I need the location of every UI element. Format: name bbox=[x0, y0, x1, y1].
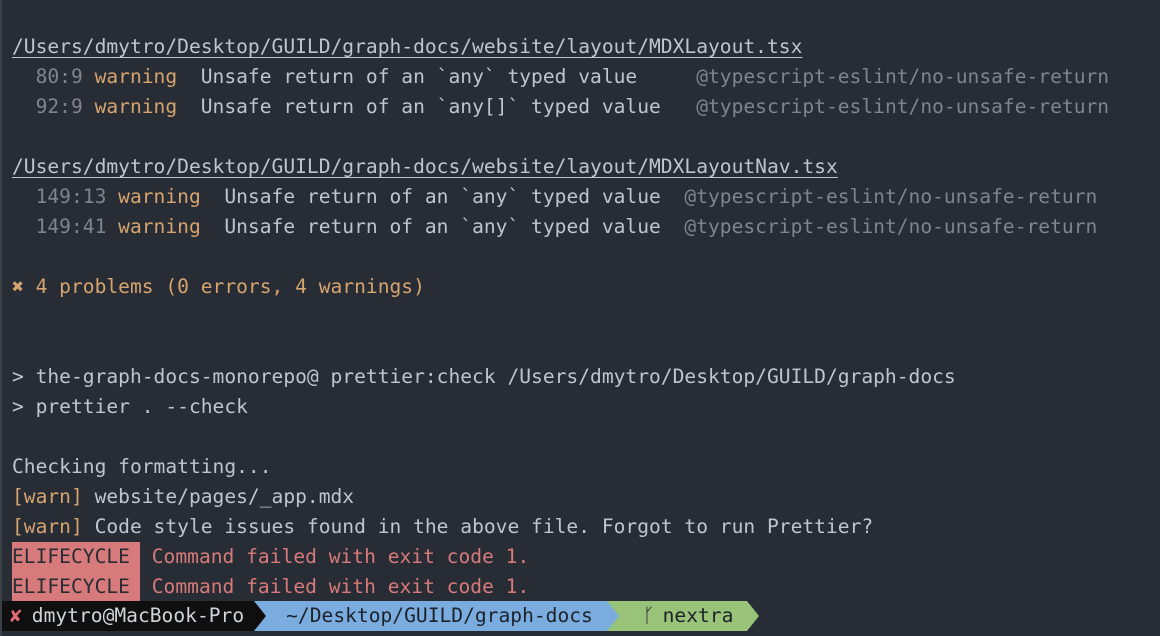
elifecycle-badge: ELIFECYCLE bbox=[12, 572, 140, 602]
warn-text: Code style issues found in the above fil… bbox=[82, 515, 874, 538]
powerline-separator bbox=[606, 601, 619, 631]
shell-prompt[interactable]: ✘ dmytro@MacBook-Pro ~/Desktop/GUILD/grap… bbox=[2, 601, 760, 631]
prompt-cwd: ~/Desktop/GUILD/graph-docs bbox=[286, 604, 593, 627]
lint-location: 149:41 bbox=[12, 215, 119, 238]
file-path: /Users/dmytro/Desktop/GUILD/graph-docs/w… bbox=[12, 152, 1160, 182]
prettier-warn-line: [warn] Code style issues found in the ab… bbox=[12, 512, 1160, 542]
prompt-branch: nextra bbox=[662, 604, 734, 627]
lint-message: Unsafe return of an `any[]` typed value bbox=[200, 95, 673, 118]
lint-row: 149:41 warning Unsafe return of an `any`… bbox=[12, 212, 1160, 242]
lint-rule: @typescript-eslint/no-unsafe-return bbox=[696, 95, 1110, 118]
lint-level: warning bbox=[94, 65, 178, 88]
elifecycle-badge: ELIFECYCLE bbox=[12, 542, 140, 572]
lint-summary: ✖ 4 problems (0 errors, 4 warnings) bbox=[12, 275, 425, 298]
powerline-separator bbox=[747, 601, 760, 631]
script-command-line: > the-graph-docs-monorepo@ prettier:chec… bbox=[12, 365, 956, 388]
checking-status: Checking formatting... bbox=[12, 455, 272, 478]
lint-level: warning bbox=[94, 95, 178, 118]
prompt-dir-segment: ~/Desktop/GUILD/graph-docs bbox=[266, 601, 607, 631]
lint-row: 80:9 warning Unsafe return of an `any` t… bbox=[12, 62, 1160, 92]
git-branch-icon: ᚴ bbox=[642, 604, 655, 627]
lint-level: warning bbox=[118, 215, 201, 238]
warn-text: website/pages/_app.mdx bbox=[82, 485, 355, 508]
error-status-icon: ✘ bbox=[10, 604, 22, 627]
prompt-user-host: dmytro@MacBook-Pro bbox=[31, 604, 245, 627]
file-path-text: /Users/dmytro/Desktop/GUILD/graph-docs/w… bbox=[12, 155, 838, 178]
failure-text: Command failed with exit code 1. bbox=[139, 575, 530, 598]
prettier-warn-line: [warn] website/pages/_app.mdx bbox=[12, 482, 1160, 512]
warn-tag: [warn] bbox=[12, 485, 83, 508]
warn-tag: [warn] bbox=[12, 515, 83, 538]
failure-line: ELIFECYCLE Command failed with exit code… bbox=[12, 572, 1160, 602]
lint-message: Unsafe return of an `any` typed value bbox=[224, 215, 673, 238]
lint-rule: @typescript-eslint/no-unsafe-return bbox=[684, 185, 1098, 208]
lint-row: 92:9 warning Unsafe return of an `any[]`… bbox=[12, 92, 1160, 122]
file-path-text: /Users/dmytro/Desktop/GUILD/graph-docs/w… bbox=[12, 35, 803, 58]
prompt-git-segment: ᚴ nextra bbox=[618, 601, 748, 631]
script-command-line: > prettier . --check bbox=[12, 395, 248, 418]
terminal-window[interactable]: /Users/dmytro/Desktop/GUILD/graph-docs/w… bbox=[0, 0, 1160, 636]
lint-location: 80:9 bbox=[12, 65, 95, 88]
lint-level: warning bbox=[118, 185, 201, 208]
lint-message: Unsafe return of an `any` typed value bbox=[200, 65, 673, 88]
file-path: /Users/dmytro/Desktop/GUILD/graph-docs/w… bbox=[12, 32, 1160, 62]
failure-text: Command failed with exit code 1. bbox=[139, 545, 530, 568]
lint-location: 149:13 bbox=[12, 185, 119, 208]
lint-message: Unsafe return of an `any` typed value bbox=[224, 185, 673, 208]
lint-rule: @typescript-eslint/no-unsafe-return bbox=[684, 215, 1098, 238]
lint-location: 92:9 bbox=[12, 95, 95, 118]
failure-line: ELIFECYCLE Command failed with exit code… bbox=[12, 542, 1160, 572]
prompt-user-segment: ✘ dmytro@MacBook-Pro bbox=[2, 601, 255, 631]
lint-rule: @typescript-eslint/no-unsafe-return bbox=[696, 65, 1110, 88]
powerline-separator bbox=[254, 601, 267, 631]
lint-row: 149:13 warning Unsafe return of an `any`… bbox=[12, 182, 1160, 212]
